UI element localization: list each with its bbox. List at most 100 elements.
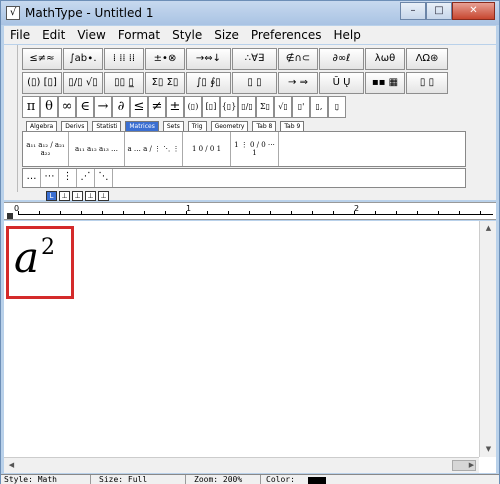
products-palette-button[interactable]: Ū Ų <box>319 72 364 94</box>
tab-8[interactable]: Tab 8 <box>252 121 277 131</box>
horizontal-scrollbar[interactable]: ◀ ▶ <box>4 457 479 473</box>
diagonal-up-ellipsis-button[interactable]: ⋰ <box>77 169 95 187</box>
fences-palette-button[interactable]: (▯) [▯] <box>22 72 62 94</box>
summation-palette-button[interactable]: Σ▯ Σ▯ <box>145 72 185 94</box>
menu-help[interactable]: Help <box>327 28 366 42</box>
ruler-tick <box>165 211 166 215</box>
left-tab-icon[interactable]: L <box>46 191 57 201</box>
template-tabs: Algebra Derivs Statisti Matrices Sets Tr… <box>26 121 308 131</box>
fraction-template-button[interactable]: ▯/▯ <box>238 96 256 118</box>
brackets-template-button[interactable]: [▯] <box>202 96 220 118</box>
partial-symbol-button[interactable]: ∂ <box>112 96 130 118</box>
menu-format[interactable]: Format <box>112 28 166 42</box>
relation-tab-icon[interactable]: ⊥ <box>85 191 96 201</box>
sqrt-template-button[interactable]: √▯ <box>274 96 292 118</box>
tab-trig[interactable]: Trig <box>187 121 207 131</box>
ruler-tick <box>228 211 229 215</box>
arrow-symbol-button[interactable]: → <box>94 96 112 118</box>
matrices-palette-button[interactable]: ▪▪ ▦ <box>365 72 405 94</box>
ruler-tick <box>312 211 313 215</box>
identity-dots-template[interactable]: 1 ⋮ 0 / 0 ⋯ 1 <box>231 132 279 166</box>
center-tab-icon[interactable]: ⊥ <box>59 191 70 201</box>
relations-palette-button[interactable]: ≤≠≈ <box>22 48 62 70</box>
greek-lower-palette-button[interactable]: λωθ <box>365 48 405 70</box>
spaces-palette-button[interactable]: ∫ab∙. <box>63 48 103 70</box>
superscript-template-button[interactable]: ▯' <box>292 96 310 118</box>
tab-9[interactable]: Tab 9 <box>280 121 305 131</box>
fractions-palette-button[interactable]: ▯/▯ √▯ <box>63 72 103 94</box>
template-palette-row: (▯) [▯] ▯/▯ √▯ ▯▯ ▯̲ Σ▯ Σ▯ ∫▯ ∮▯ ▯ ▯ → ⇒… <box>22 72 449 94</box>
ruler-tick <box>438 211 439 215</box>
menu-style[interactable]: Style <box>166 28 208 42</box>
decimal-tab-icon[interactable]: ⊥ <box>98 191 109 201</box>
labeled-arrows-palette-button[interactable]: → ⇒ <box>278 72 318 94</box>
bars-palette-button[interactable]: ▯ ▯ <box>232 72 277 94</box>
ruler-tick <box>186 211 187 215</box>
sets-palette-button[interactable]: ∉∩⊂ <box>278 48 318 70</box>
tab-statistics[interactable]: Statisti <box>92 121 122 131</box>
status-color-label: Color: <box>266 475 295 484</box>
maximize-button[interactable]: □ <box>426 2 452 20</box>
tab-derivs[interactable]: Derivs <box>61 121 89 131</box>
scroll-down-arrow-icon[interactable]: ▼ <box>480 442 497 457</box>
plusminus-symbol-button[interactable]: ± <box>166 96 184 118</box>
operators-palette-button[interactable]: ±•⊗ <box>145 48 185 70</box>
menu-edit[interactable]: Edit <box>36 28 71 42</box>
tab-algebra[interactable]: Algebra <box>26 121 58 131</box>
pi-symbol-button[interactable]: π <box>22 96 40 118</box>
matrix-3x3-template[interactable]: a₁₁ a₁₂ a₁₃ … <box>69 132 125 166</box>
vertical-scrollbar[interactable]: ▲ ▼ <box>479 221 496 457</box>
menu-file[interactable]: File <box>4 28 36 42</box>
tab-matrices[interactable]: Matrices <box>125 121 159 131</box>
menu-size[interactable]: Size <box>208 28 245 42</box>
subsup-template-button[interactable]: ▯̦ <box>328 96 346 118</box>
symbol-palette-row: ≤≠≈ ∫ab∙. ⁞ ⁞⁞ ⁞⁞ ±•⊗ →⇔↓ ∴∀∃ ∉∩⊂ ∂∞ℓ λω… <box>22 48 449 70</box>
status-size: Size: Full <box>96 475 186 484</box>
ruler-tick <box>18 211 19 215</box>
tab-sets[interactable]: Sets <box>162 121 184 131</box>
scroll-up-arrow-icon[interactable]: ▲ <box>480 221 497 236</box>
vertical-ellipsis-button[interactable]: ⋮ <box>59 169 77 187</box>
identity-2x2-template[interactable]: 1 0 / 0 1 <box>183 132 231 166</box>
menu-view[interactable]: View <box>71 28 111 42</box>
sum-template-button[interactable]: Σ▯ <box>256 96 274 118</box>
mid-ellipsis-button[interactable]: ⋯ <box>41 169 59 187</box>
tab-geometry[interactable]: Geometry <box>210 121 249 131</box>
menu-preferences[interactable]: Preferences <box>245 28 328 42</box>
arrows-palette-button[interactable]: →⇔↓ <box>186 48 231 70</box>
subscripts-palette-button[interactable]: ▯▯ ▯̲ <box>104 72 144 94</box>
matrix-2x2-template[interactable]: a₁₁ a₁₂ / a₂₁ a₂₂ <box>23 132 69 166</box>
parens-template-button[interactable]: (▯) <box>184 96 202 118</box>
ruler-tick <box>396 211 397 215</box>
matrix-template-panel: a₁₁ a₁₂ / a₂₁ a₂₂ a₁₁ a₁₂ a₁₃ … a … a / … <box>22 131 466 167</box>
element-of-symbol-button[interactable]: ∈ <box>76 96 94 118</box>
greek-upper-palette-button[interactable]: ΛΩ⊛ <box>406 48 448 70</box>
right-tab-icon[interactable]: ⊥ <box>72 191 83 201</box>
ruler-indent-marker[interactable] <box>7 213 13 219</box>
braces-template-button[interactable]: {▯} <box>220 96 238 118</box>
boxes-palette-button[interactable]: ▯ ▯ <box>406 72 448 94</box>
neq-symbol-button[interactable]: ≠ <box>148 96 166 118</box>
embellishments-palette-button[interactable]: ⁞ ⁞⁞ ⁞⁞ <box>104 48 144 70</box>
ruler-tick <box>459 211 460 215</box>
leq-symbol-button[interactable]: ≤ <box>130 96 148 118</box>
color-swatch[interactable] <box>308 477 326 484</box>
ruler[interactable]: 0 1 2 <box>4 202 496 220</box>
subscript-template-button[interactable]: ▯, <box>310 96 328 118</box>
ruler-tick <box>291 211 292 215</box>
close-button[interactable]: ✕ <box>452 2 495 20</box>
theta-symbol-button[interactable]: θ <box>40 96 58 118</box>
diagonal-down-ellipsis-button[interactable]: ⋱ <box>95 169 113 187</box>
minimize-button[interactable]: – <box>400 2 426 20</box>
scroll-left-arrow-icon[interactable]: ◀ <box>4 458 19 473</box>
misc-palette-button[interactable]: ∂∞ℓ <box>319 48 364 70</box>
ruler-tick <box>270 211 271 215</box>
matrix-mxn-template[interactable]: a … a / ⋮ ⋱ ⋮ <box>125 132 183 166</box>
window-controls: – □ ✕ <box>400 2 495 20</box>
logic-palette-button[interactable]: ∴∀∃ <box>232 48 277 70</box>
equation-editor[interactable]: a2 ▲ ▼ ◀ ▶ <box>4 221 496 473</box>
integrals-palette-button[interactable]: ∫▯ ∮▯ <box>186 72 231 94</box>
scroll-right-arrow-icon[interactable]: ▶ <box>464 458 479 473</box>
infinity-symbol-button[interactable]: ∞ <box>58 96 76 118</box>
low-ellipsis-button[interactable]: … <box>23 169 41 187</box>
